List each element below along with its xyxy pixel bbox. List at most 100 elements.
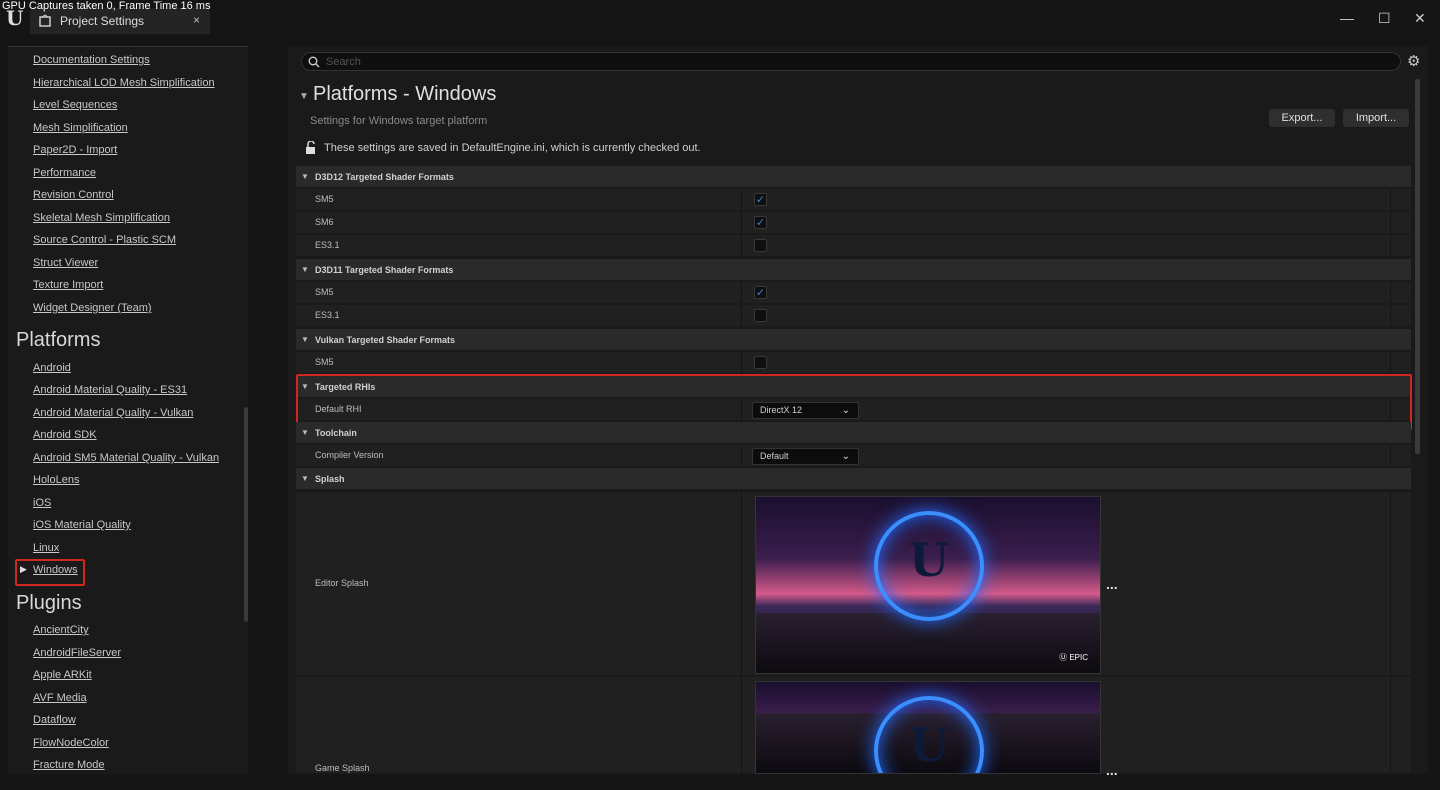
sidebar-item-platform[interactable]: Android [33,362,71,374]
search-icon [308,56,320,67]
collapse-arrow-icon: ▼ [301,474,309,483]
row-label: ES3.1 [315,310,340,320]
collapse-arrow-icon: ▼ [301,172,309,181]
minimize-icon[interactable]: — [1340,10,1354,26]
checkbox-d3d12-sm5[interactable]: ✓ [754,193,767,206]
sidebar-item-platform[interactable]: Android Material Quality - ES31 [33,384,187,396]
game-splash-more-button[interactable]: ... [1106,762,1118,778]
sidebar-item[interactable]: Revision Control [33,189,114,201]
section-vulkan[interactable]: ▼ Vulkan Targeted Shader Formats [296,329,1411,351]
compiler-version-dropdown[interactable]: Default ⌄ [752,448,859,465]
sidebar-item-platform[interactable]: Android Material Quality - Vulkan [33,407,193,419]
section-d3d12[interactable]: ▼ D3D12 Targeted Shader Formats [296,166,1411,188]
page-subtitle: Settings for Windows target platform [310,115,488,127]
sidebar-item[interactable]: Mesh Simplification [33,122,128,134]
sidebar-item-plugin[interactable]: AVF Media [33,692,87,704]
sidebar-item-platform[interactable]: iOS Material Quality [33,519,131,531]
title-bar: U Project Settings × — ☐ ✕ [0,0,1440,38]
sidebar-item-platform[interactable]: Android SM5 Material Quality - Vulkan [33,452,219,464]
import-button[interactable]: Import... [1343,109,1409,127]
section-title: Toolchain [315,427,357,438]
main-scrollbar[interactable] [1415,79,1420,454]
row-label: Game Splash [315,763,370,773]
collapse-arrow-icon[interactable]: ▼ [299,91,309,102]
chevron-down-icon: ⌄ [841,451,850,462]
config-notice: These settings are saved in DefaultEngin… [324,142,701,154]
sidebar-item[interactable]: Skeletal Mesh Simplification [33,212,170,224]
export-button[interactable]: Export... [1269,109,1335,127]
checkbox-d3d11-es31[interactable] [754,309,767,322]
row-label: Editor Splash [315,578,369,588]
checkbox-d3d12-es31[interactable] [754,239,767,252]
sidebar-item[interactable]: Source Control - Plastic SCM [33,234,176,246]
checkbox-vulkan-sm5[interactable] [754,356,767,369]
row-d3d12-es31: ES3.1 [296,235,1411,257]
project-settings-window: GPU Captures taken 0, Frame Time 16 ms U… [0,0,1440,790]
sidebar-item-platform[interactable]: Android SDK [33,429,97,441]
dropdown-value: Default [760,451,789,461]
gear-icon[interactable]: ⚙ [1407,52,1420,70]
epic-logos-icon: Ⓤ EPIC [1059,653,1088,662]
sidebar-item-platform[interactable]: HoloLens [33,474,79,486]
search-placeholder: Search [326,55,361,68]
checkbox-d3d12-sm6[interactable]: ✓ [754,216,767,229]
row-label: SM5 [315,287,334,297]
sidebar-item-windows[interactable]: Windows [33,564,78,576]
close-window-icon[interactable]: ✕ [1414,10,1426,27]
sidebar-item[interactable]: Widget Designer (Team) [33,302,152,314]
row-label: SM5 [315,194,334,204]
editor-splash-more-button[interactable]: ... [1106,576,1118,592]
row-d3d12-sm5: SM5 ✓ [296,189,1411,211]
sidebar-item[interactable]: Performance [33,167,96,179]
platforms-header: Platforms [16,329,101,351]
sidebar-item[interactable]: Texture Import [33,279,103,291]
row-d3d11-es31: ES3.1 [296,305,1411,327]
settings-tab-icon [39,14,51,27]
collapse-arrow-icon: ▼ [301,265,309,274]
row-label: Compiler Version [315,450,384,460]
sidebar-item-plugin[interactable]: AndroidFileServer [33,647,121,659]
sidebar-item[interactable]: Level Sequences [33,99,117,111]
sidebar-item[interactable]: Hierarchical LOD Mesh Simplification [33,77,215,89]
row-vulkan-sm5: SM5 [296,352,1411,374]
section-splash[interactable]: ▼ Splash [296,468,1411,490]
row-label: SM5 [315,357,334,367]
section-title: D3D11 Targeted Shader Formats [315,264,454,275]
maximize-icon[interactable]: ☐ [1378,10,1391,27]
section-title: Vulkan Targeted Shader Formats [315,334,456,345]
page-title: Platforms - Windows [313,83,497,105]
plugins-header: Plugins [16,592,82,614]
sidebar-item[interactable]: Struct Viewer [33,257,98,269]
sidebar-item-plugin[interactable]: AncientCity [33,624,89,636]
sidebar-item-plugin[interactable]: Dataflow [33,714,76,726]
settings-panel: Search ⚙ ▼ Platforms - Windows Settings … [288,46,1428,778]
row-compiler-version: Compiler Version Default ⌄ [296,445,1411,467]
section-toolchain[interactable]: ▼ Toolchain [296,422,1411,444]
editor-splash-image[interactable]: U Ⓤ EPIC [755,496,1101,674]
section-title: D3D12 Targeted Shader Formats [315,171,454,182]
sidebar-scrollbar[interactable] [244,407,248,622]
section-title: Splash [315,473,345,484]
sidebar-item-plugin[interactable]: FlowNodeColor [33,737,109,749]
collapse-arrow-icon: ▼ [301,335,309,344]
sidebar-item-platform[interactable]: Linux [33,542,59,554]
selected-arrow-icon: ▶ [20,564,27,574]
row-d3d11-sm5: SM5 ✓ [296,282,1411,304]
settings-sidebar: Documentation Settings Hierarchical LOD … [8,46,248,774]
search-input[interactable]: Search [301,52,1401,71]
row-label: SM6 [315,217,334,227]
sidebar-item-platform[interactable]: iOS [33,497,51,509]
gpu-capture-overlay: GPU Captures taken 0, Frame Time 16 ms [2,0,211,12]
tab-title: Project Settings [60,14,145,28]
collapse-arrow-icon: ▼ [301,428,309,437]
sidebar-item-plugin[interactable]: Apple ARKit [33,669,92,681]
close-tab-icon[interactable]: × [193,13,200,27]
sidebar-item[interactable]: Documentation Settings [33,54,150,66]
checkbox-d3d11-sm5[interactable]: ✓ [754,286,767,299]
section-d3d11[interactable]: ▼ D3D11 Targeted Shader Formats [296,259,1411,281]
sidebar-item[interactable]: Paper2D - Import [33,144,117,156]
sidebar-item-plugin[interactable]: Fracture Mode [33,759,105,771]
game-splash-image[interactable]: U [755,681,1101,774]
row-d3d12-sm6: SM6 ✓ [296,212,1411,234]
unlock-icon [306,141,315,154]
